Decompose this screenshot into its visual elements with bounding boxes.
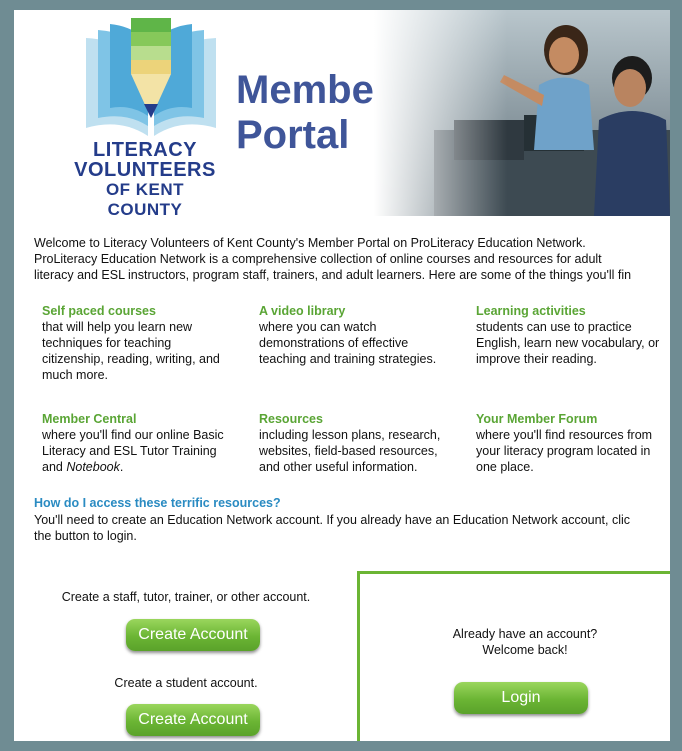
- faq-answer-line-2: the button to login.: [34, 529, 137, 543]
- feature-title: Your Member Forum: [476, 412, 598, 426]
- feature-title: Learning activities: [476, 304, 586, 318]
- intro-paragraph: Welcome to Literacy Volunteers of Kent C…: [34, 235, 670, 283]
- feature-description: where you can watch demonstrations of ef…: [259, 320, 437, 366]
- logo-line-3: OF KENT COUNTY: [105, 180, 185, 219]
- create-student-account-button[interactable]: Create Account: [126, 704, 260, 736]
- page-title: Member Portal: [236, 68, 389, 158]
- feature-video-library: A video library where you can watch demo…: [259, 303, 459, 367]
- feature-title: Member Central: [42, 412, 137, 426]
- feature-title: Resources: [259, 412, 323, 426]
- logo-line-2: VOLUNTEERS: [74, 159, 216, 181]
- logo-line-1: LITERACY: [93, 139, 197, 161]
- hero-photo: [374, 10, 670, 216]
- login-panel: Already have an account? Welcome back! L…: [357, 571, 670, 741]
- login-message: Already have an account? Welcome back!: [360, 626, 670, 658]
- feature-resources: Resources including lesson plans, resear…: [259, 411, 459, 475]
- staff-account-caption: Create a staff, tutor, trainer, or other…: [61, 590, 311, 604]
- feature-member-central: Member Central where you'll find our onl…: [42, 411, 242, 475]
- login-message-line-2: Welcome back!: [482, 643, 568, 657]
- feature-description: that will help you learn new techniques …: [42, 320, 220, 382]
- feature-description: where you'll find resources from your li…: [476, 428, 653, 474]
- feature-self-paced-courses: Self paced courses that will help you le…: [42, 303, 242, 383]
- feature-description: including lesson plans, research, websit…: [259, 428, 441, 474]
- feature-description: where you'll find our online Basic Liter…: [42, 427, 242, 475]
- intro-line-2: ProLiteracy Education Network is a compr…: [34, 252, 602, 266]
- feature-title: A video library: [259, 304, 346, 318]
- student-account-caption: Create a student account.: [114, 676, 258, 690]
- feature-member-forum: Your Member Forum where you'll find reso…: [476, 411, 670, 475]
- header-banner: LITERACY VOLUNTEERS OF KENT COUNTY Membe…: [14, 10, 670, 219]
- title-line-1: Member: [236, 68, 390, 112]
- intro-line-1: Welcome to Literacy Volunteers of Kent C…: [34, 236, 586, 250]
- login-message-line-1: Already have an account?: [452, 627, 598, 641]
- feature-description-end: .: [119, 460, 124, 474]
- notebook-title: Notebook: [66, 460, 120, 474]
- create-account-panel: Create a staff, tutor, trainer, or other…: [14, 570, 358, 741]
- intro-line-3: literacy and ESL instructors, program st…: [34, 268, 632, 282]
- faq-answer: You'll need to create an Education Netwo…: [34, 512, 670, 544]
- portal-page: LITERACY VOLUNTEERS OF KENT COUNTY Membe…: [14, 10, 670, 741]
- feature-learning-activities: Learning activities students can use to …: [476, 303, 670, 367]
- login-button[interactable]: Login: [454, 682, 588, 714]
- title-line-2: Portal: [236, 113, 350, 157]
- feature-description: students can use to practice English, le…: [476, 320, 660, 366]
- logo-wordmark: LITERACY VOLUNTEERS OF KENT COUNTY: [70, 140, 220, 220]
- create-staff-account-button[interactable]: Create Account: [126, 619, 260, 651]
- faq-question: How do I access these terrific resources…: [34, 496, 281, 510]
- feature-title: Self paced courses: [42, 304, 156, 318]
- faq-answer-line-1: You'll need to create an Education Netwo…: [34, 513, 631, 527]
